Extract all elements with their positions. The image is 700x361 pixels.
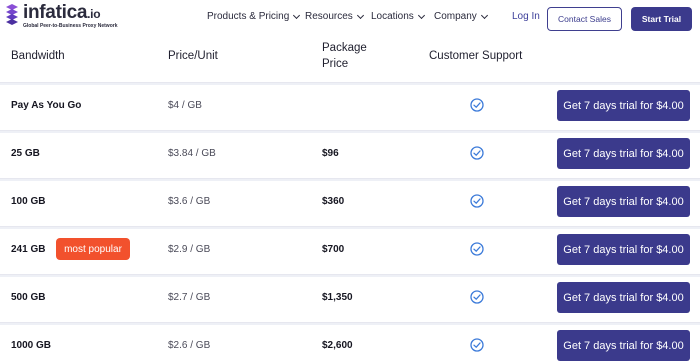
row-package-price: $2,600 bbox=[322, 340, 353, 351]
row-bandwidth: 1000 GB bbox=[11, 340, 52, 351]
row-bandwidth: 25 GB bbox=[11, 148, 40, 159]
brand-logo[interactable]: infatica.io Global Peer-to-Business Prox… bbox=[4, 2, 118, 30]
trial-button[interactable]: Get 7 days trial for $4.00 bbox=[557, 234, 690, 265]
contact-sales-button[interactable]: Contact Sales bbox=[547, 7, 622, 31]
row-bandwidth: Pay As You Go bbox=[11, 100, 82, 111]
nav-menu-products-pricing[interactable]: Products & Pricing bbox=[207, 11, 301, 22]
row-bandwidth: 500 GB bbox=[11, 292, 46, 303]
nav-menu-label: Locations bbox=[371, 11, 414, 22]
trial-button[interactable]: Get 7 days trial for $4.00 bbox=[557, 330, 690, 361]
table-row: 1000 GB $2.6 / GB $2,600 Get 7 days tria… bbox=[0, 322, 700, 361]
top-navbar: infatica.io Global Peer-to-Business Prox… bbox=[0, 0, 700, 40]
row-price-unit: $3.6 / GB bbox=[168, 196, 211, 207]
row-bandwidth: 241 GB bbox=[11, 244, 46, 255]
nav-menu-label: Company bbox=[434, 11, 477, 22]
login-link[interactable]: Log In bbox=[512, 11, 540, 22]
chevron-down-icon bbox=[356, 11, 364, 19]
row-bandwidth: 100 GB bbox=[11, 196, 46, 207]
row-package-price: $1,350 bbox=[322, 292, 353, 303]
brand-wordmark: infatica.io Global Peer-to-Business Prox… bbox=[23, 2, 118, 30]
row-package-price: $96 bbox=[322, 148, 339, 159]
row-package-price: $700 bbox=[322, 244, 345, 255]
row-price-unit: $3.84 / GB bbox=[168, 148, 216, 159]
nav-menu-label: Products & Pricing bbox=[207, 11, 290, 22]
trial-button[interactable]: Get 7 days trial for $4.00 bbox=[557, 138, 690, 169]
table-row: 500 GB $2.7 / GB $1,350 Get 7 days trial… bbox=[0, 274, 700, 320]
check-circle-icon bbox=[470, 98, 484, 112]
check-circle-icon bbox=[470, 242, 484, 256]
pricing-table-header: Bandwidth Price/Unit Package Price Custo… bbox=[0, 40, 700, 82]
trial-button[interactable]: Get 7 days trial for $4.00 bbox=[557, 90, 690, 121]
trial-button[interactable]: Get 7 days trial for $4.00 bbox=[557, 282, 690, 313]
start-trial-button[interactable]: Start Trial bbox=[631, 7, 692, 31]
check-circle-icon bbox=[470, 194, 484, 208]
row-price-unit: $2.6 / GB bbox=[168, 340, 211, 351]
most-popular-badge: most popular bbox=[56, 238, 130, 260]
row-price-unit: $2.7 / GB bbox=[168, 292, 211, 303]
check-circle-icon bbox=[470, 146, 484, 160]
header-customer-support: Customer Support bbox=[429, 50, 523, 62]
check-circle-icon bbox=[470, 338, 484, 352]
table-row: 241 GB most popular $2.9 / GB $700 Get 7… bbox=[0, 226, 700, 272]
chevron-down-icon bbox=[480, 11, 488, 19]
brand-tagline: Global Peer-to-Business Proxy Network bbox=[23, 23, 118, 29]
chevron-down-icon bbox=[293, 11, 301, 19]
header-bandwidth: Bandwidth bbox=[11, 50, 65, 62]
row-price-unit: $2.9 / GB bbox=[168, 244, 211, 255]
nav-menu-locations[interactable]: Locations bbox=[371, 11, 425, 22]
table-row: 25 GB $3.84 / GB $96 Get 7 days trial fo… bbox=[0, 130, 700, 176]
table-row: Pay As You Go $4 / GB Get 7 days trial f… bbox=[0, 82, 700, 128]
nav-menu-label: Resources bbox=[305, 11, 353, 22]
nav-menu-company[interactable]: Company bbox=[434, 11, 488, 22]
trial-button[interactable]: Get 7 days trial for $4.00 bbox=[557, 186, 690, 217]
header-package-price: Package Price bbox=[322, 42, 367, 70]
brand-tld: .io bbox=[87, 7, 101, 21]
chevron-down-icon bbox=[417, 11, 425, 19]
infatica-logo-icon bbox=[6, 4, 18, 25]
row-package-price: $360 bbox=[322, 196, 345, 207]
check-circle-icon bbox=[470, 290, 484, 304]
nav-menu-resources[interactable]: Resources bbox=[305, 11, 364, 22]
table-row: 100 GB $3.6 / GB $360 Get 7 days trial f… bbox=[0, 178, 700, 224]
header-price-unit: Price/Unit bbox=[168, 50, 218, 62]
row-price-unit: $4 / GB bbox=[168, 100, 202, 111]
brand-name: infatica bbox=[23, 2, 88, 23]
